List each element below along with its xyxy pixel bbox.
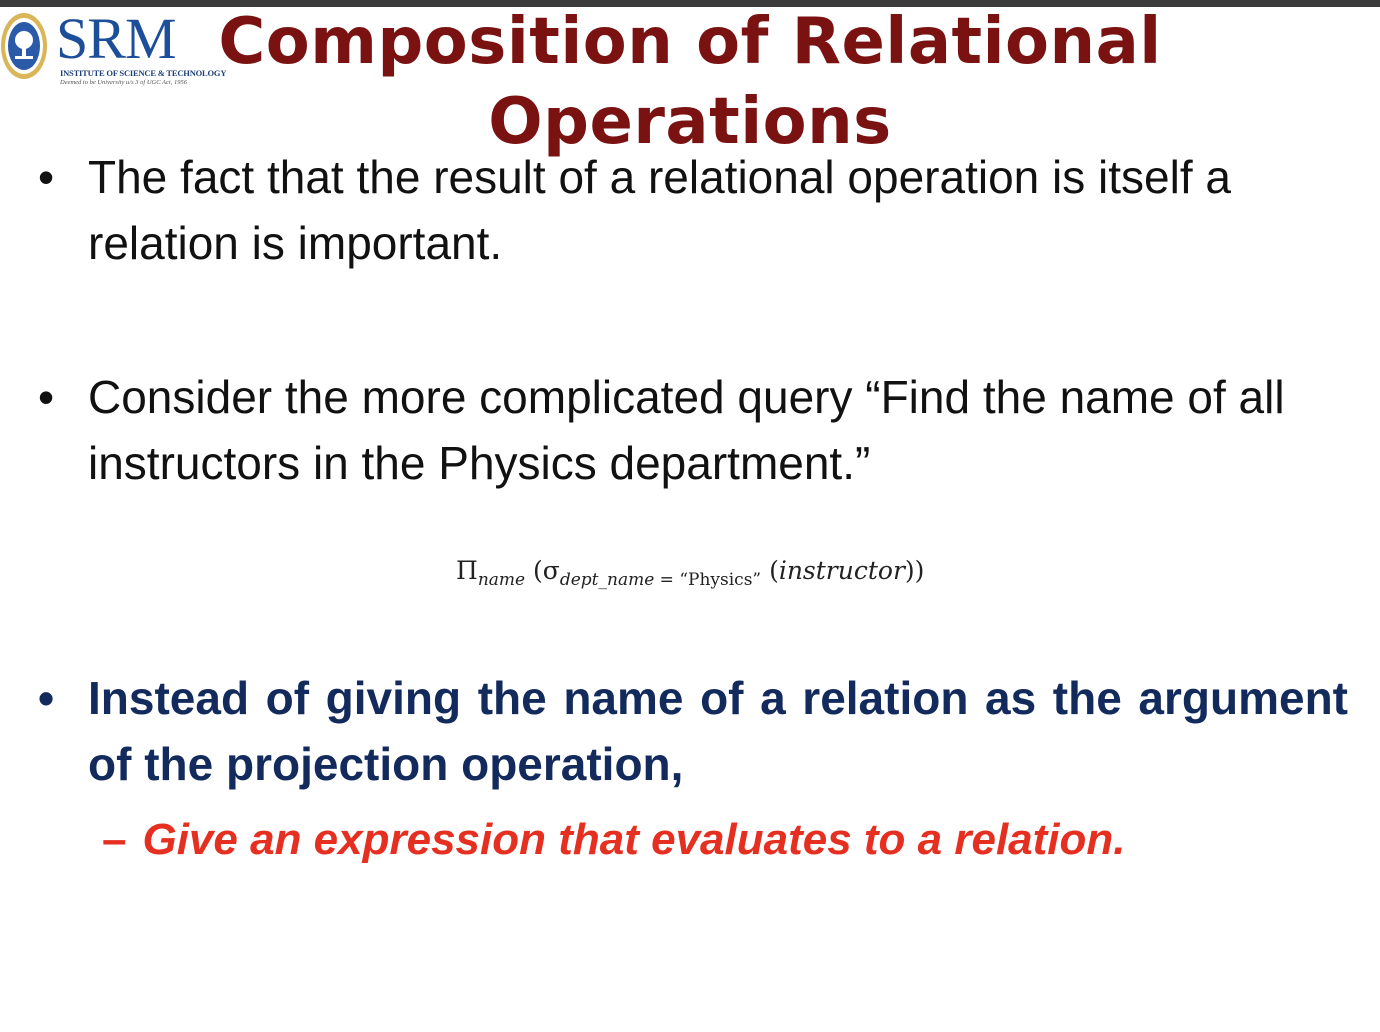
relational-algebra-formula: Πname (σdept_name = “Physics” (instructo…	[456, 556, 925, 590]
bullet-item-emphasis: • Instead of giving the name of a relati…	[38, 665, 1348, 797]
selection-condition: = “Physics”	[654, 570, 762, 590]
srm-logo: SRM INSTITUTE OF SCIENCE & TECHNOLOGY De…	[0, 6, 226, 88]
bullet-icon: •	[38, 151, 55, 203]
selection-attribute: dept_name	[559, 570, 655, 590]
sub-bullet: – Give an expression that evaluates to a …	[102, 812, 1342, 868]
bullet-icon: •	[38, 672, 55, 724]
logo-tagline: Deemed to be University u/s 3 of UGC Act…	[60, 79, 187, 86]
bullet-text: Consider the more complicated query “Fin…	[88, 371, 1285, 489]
university-seal-icon	[1, 13, 47, 79]
bullet-icon: •	[38, 371, 55, 423]
logo-wordmark: SRM	[56, 6, 177, 71]
sub-bullet-text: Give an expression that evaluates to a r…	[142, 815, 1126, 864]
bullet-text: The fact that the result of a relational…	[88, 151, 1231, 269]
bullet-item: • Consider the more complicated query “F…	[38, 364, 1348, 496]
slide-title: Composition of Relational Operations	[218, 5, 1162, 159]
dash-icon: –	[102, 815, 127, 864]
projection-symbol: Π	[456, 556, 478, 585]
selection-symbol: σ	[542, 556, 560, 585]
relation-name: instructor	[778, 556, 905, 585]
projection-attribute: name	[477, 570, 526, 590]
bullet-item: • The fact that the result of a relation…	[38, 144, 1348, 276]
bullet-text: Instead of giving the name of a relation…	[88, 672, 1348, 790]
